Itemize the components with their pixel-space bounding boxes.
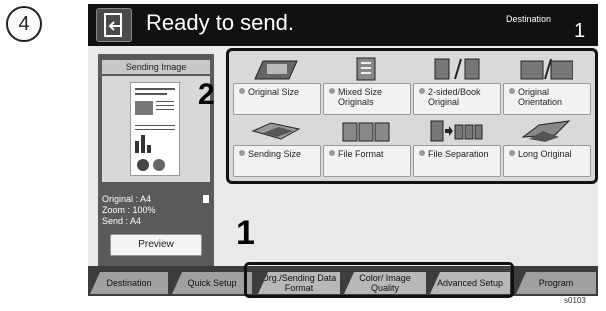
- option-button[interactable]: Mixed Size Originals: [323, 83, 411, 115]
- option-button[interactable]: Original Orientation: [503, 83, 591, 115]
- document-thumbnail: [130, 82, 180, 176]
- title-bar: Ready to send. Destination 1: [88, 4, 598, 46]
- function-options-frame: Original Size Mixed Size Originals 2-sid…: [226, 48, 598, 184]
- file-format-icon: [342, 122, 390, 142]
- option-button[interactable]: File Format: [323, 145, 411, 177]
- callout-number-1: 1: [236, 214, 255, 252]
- destination-label: Destination: [506, 14, 552, 24]
- option-file-format[interactable]: File Format: [323, 117, 411, 177]
- 2-sided-book-icon: [434, 58, 480, 80]
- option-long-original[interactable]: Long Original: [503, 117, 591, 177]
- orientation-icon: [520, 58, 573, 80]
- option-button[interactable]: Original Size: [233, 83, 321, 115]
- option-button[interactable]: Long Original: [503, 145, 591, 177]
- option-original-size[interactable]: Original Size: [233, 55, 321, 115]
- back-icon: [104, 13, 122, 37]
- sending-size-icon: [251, 122, 301, 140]
- page-title: Ready to send.: [146, 10, 294, 35]
- mixed-size-icon: [356, 57, 376, 81]
- option-mixed-size[interactable]: Mixed Size Originals: [323, 55, 411, 115]
- option-button[interactable]: 2-sided/Book Original: [413, 83, 501, 115]
- destination-count: 1: [574, 20, 586, 42]
- original-size-icon: [254, 60, 298, 80]
- option-button[interactable]: File Separation: [413, 145, 501, 177]
- figure-code: s0103: [564, 296, 586, 305]
- preview-button[interactable]: Preview: [110, 234, 202, 256]
- tab-program[interactable]: Program: [516, 272, 596, 294]
- preview-area: [102, 76, 210, 182]
- screen-body: Sending Image Original : A4 Zoom : 100% …: [88, 46, 598, 268]
- option-file-separation[interactable]: File Separation: [413, 117, 501, 177]
- option-sending-size[interactable]: Sending Size: [233, 117, 321, 177]
- step-number-circle: 4: [6, 6, 42, 42]
- sending-image-panel: Sending Image Original : A4 Zoom : 100% …: [98, 54, 214, 268]
- tab-group-highlight: [244, 262, 514, 298]
- option-2-sided-book[interactable]: 2-sided/Book Original: [413, 55, 501, 115]
- tab-quick-setup[interactable]: Quick Setup: [172, 272, 252, 294]
- option-button[interactable]: Sending Size: [233, 145, 321, 177]
- tab-destination[interactable]: Destination: [90, 272, 168, 294]
- orientation-icon: [203, 195, 209, 203]
- long-original-icon: [521, 120, 571, 142]
- callout-number-2: 2: [198, 78, 215, 111]
- sending-image-title: Sending Image: [102, 60, 210, 74]
- info-row-send: Send : A4: [102, 216, 142, 226]
- back-button[interactable]: [96, 8, 132, 42]
- info-row-zoom: Zoom : 100%: [102, 205, 156, 215]
- file-separation-icon: [430, 120, 483, 142]
- option-original-orientation[interactable]: Original Orientation: [503, 55, 591, 115]
- info-row-original: Original : A4: [102, 194, 152, 204]
